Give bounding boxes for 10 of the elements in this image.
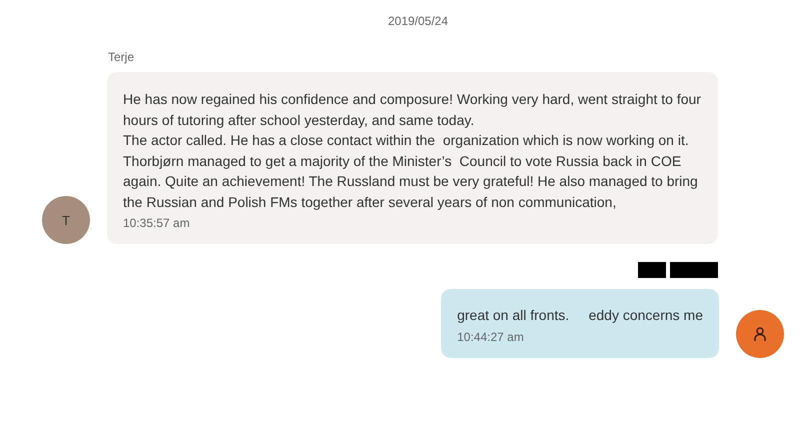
sender-name: Terje bbox=[108, 50, 136, 64]
message-text: great on all fronts. eddy concerns me bbox=[457, 306, 703, 325]
message-time: 10:44:27 am bbox=[457, 330, 525, 344]
redaction-bar bbox=[638, 262, 666, 278]
message-text: He has now regained his confidence and composure! Working very hard, went straight to four hours of tutoring after school yesterday, and same today. The actor called. He has a close contact within the organization which is now working on it. Thorbjørn managed to get a majority of the Minister’s Council to vote Russia back in COE again. Quite an achievement! The Russland must be very grateful! He also managed to bring the Russian and Polish FMs together after several years of non communication, bbox=[123, 90, 702, 212]
avatar: T bbox=[42, 196, 90, 244]
redaction-bar bbox=[670, 262, 718, 278]
date-label: 2019/05/24 bbox=[388, 14, 448, 28]
message-time: 10:35:57 am bbox=[123, 216, 191, 230]
person-icon bbox=[752, 326, 768, 342]
